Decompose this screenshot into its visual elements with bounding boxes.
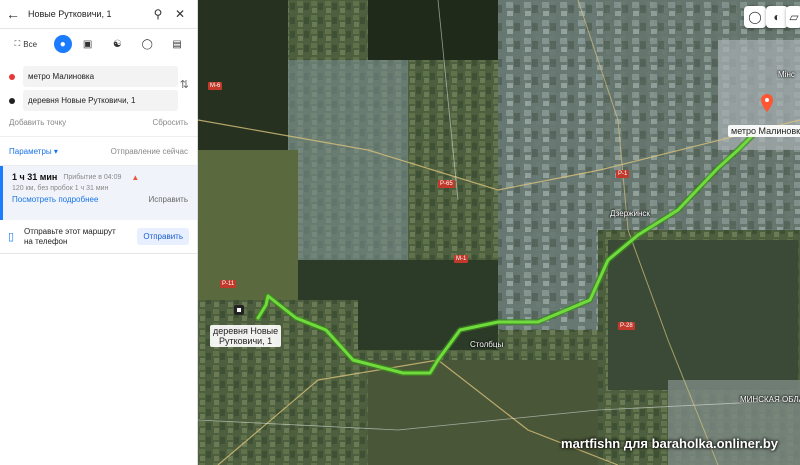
from-field[interactable]: метро Малиновка <box>23 66 178 87</box>
send-to-phone: ▯ Отправьте этот маршрут на телефон Отпра… <box>0 220 197 254</box>
point-from: метро Малиновка <box>6 66 191 87</box>
bus-mode-icon[interactable]: ▣ <box>74 34 102 54</box>
route-panel: ← Новые Рутковичи, 1 ⚲ ✕ ⛶ Все ● ▣ ☯ ◯ ▤… <box>0 0 198 465</box>
watermark: martfishn для baraholka.onliner.by <box>561 436 778 451</box>
taxi-mode-icon[interactable]: ▤ <box>163 34 191 54</box>
edit-link[interactable]: Исправить <box>148 195 188 204</box>
search-icon[interactable]: ⚲ <box>147 7 169 21</box>
city-label-minsk: Мінс <box>778 70 795 79</box>
point-to: деревня Новые Рутковичи, 1 <box>6 90 191 111</box>
end-label: деревня Новые Рутковичи, 1 <box>210 325 282 347</box>
departure-option[interactable]: Отправление сейчас <box>111 147 188 156</box>
road-badge: М-1 <box>454 255 469 263</box>
black-dot-icon <box>9 97 15 104</box>
road-badge: Р-11 <box>220 280 237 288</box>
red-dot-icon <box>9 73 15 80</box>
swap-icon[interactable]: ⇅ <box>180 78 189 91</box>
road-badge: Р-65 <box>438 180 455 188</box>
reset-link[interactable]: Сбросить <box>152 118 188 128</box>
mode-all-button[interactable]: ⛶ Все <box>6 34 46 54</box>
params-row: Параметры ▾ Отправление сейчас <box>0 136 197 166</box>
phone-icon: ▯ <box>8 231 15 243</box>
mode-all-label: Все <box>23 39 38 49</box>
start-label: метро Малиновка <box>728 125 800 137</box>
city-label-stolbtsy: Столбцы <box>470 340 504 349</box>
details-link[interactable]: Посмотреть подробнее <box>12 195 98 204</box>
walk-mode-icon[interactable]: ☯ <box>103 34 131 54</box>
city-label-dzerzhinsk: Дзержинск <box>610 209 650 218</box>
bike-mode-icon[interactable]: ◯ <box>133 34 161 54</box>
route-option[interactable]: 1 ч 31 мин Прибытие в 04:09 ▲ 120 км, бе… <box>0 166 197 220</box>
road-badge: Р-28 <box>618 322 635 330</box>
satellite-map[interactable]: ◯ ◐ ▱ метро Малиновка деревня Новые Рутко… <box>198 0 800 465</box>
layers-icon[interactable]: ◯ <box>744 6 766 28</box>
route-points: метро Малиновка деревня Новые Рутковичи,… <box>0 59 197 111</box>
region-label: МИНСКАЯ ОБЛАСТЬ <box>740 395 800 404</box>
route-arrival: Прибытие в 04:09 <box>63 173 122 181</box>
traffic-car-icon: ▲ <box>131 172 140 182</box>
close-icon[interactable]: ✕ <box>169 7 191 21</box>
panorama-icon[interactable]: ◐ <box>766 6 788 28</box>
traffic-icon[interactable]: ▱ <box>786 6 800 28</box>
bus-car-icon: ⛶ <box>14 39 21 48</box>
road-badge: Р-1 <box>616 170 630 178</box>
search-bar: ← Новые Рутковичи, 1 ⚲ ✕ <box>0 0 197 29</box>
send-text: Отправьте этот маршрут на телефон <box>24 226 116 246</box>
car-mode-icon[interactable]: ● <box>53 35 72 53</box>
road-badge: М-6 <box>208 82 223 90</box>
point-actions: Добавить точку Сбросить <box>0 114 197 132</box>
send-button[interactable]: Отправить <box>137 228 189 245</box>
params-dropdown[interactable]: Параметры ▾ <box>9 147 58 156</box>
back-arrow-icon[interactable]: ← <box>6 6 24 22</box>
transport-modes: ⛶ Все ● ▣ ☯ ◯ ▤ <box>0 29 197 59</box>
search-input[interactable]: Новые Рутковичи, 1 <box>24 9 147 19</box>
map-imagery <box>198 0 800 465</box>
route-duration: 1 ч 31 мин <box>12 172 58 182</box>
route-details: 120 км, без пробок 1 ч 31 мин <box>12 185 109 192</box>
add-point-link[interactable]: Добавить точку <box>9 118 66 128</box>
to-field[interactable]: деревня Новые Рутковичи, 1 <box>23 90 178 111</box>
